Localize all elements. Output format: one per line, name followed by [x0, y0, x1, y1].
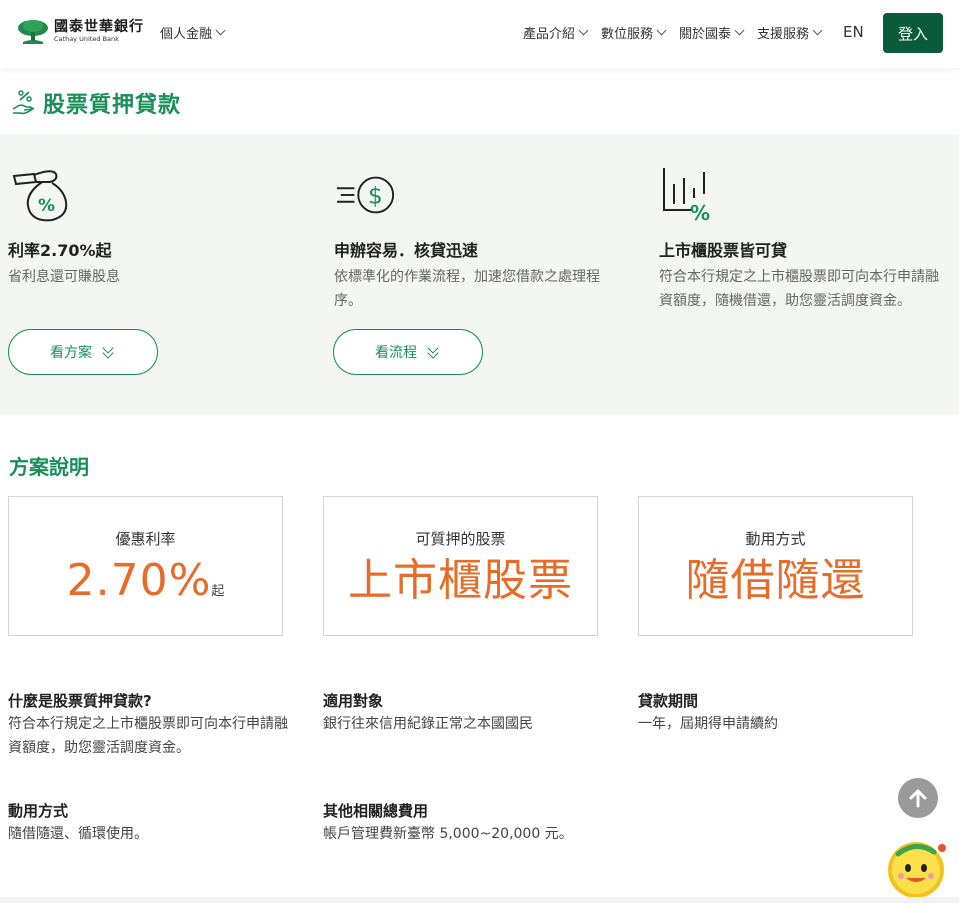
page-title: 股票質押貸款 [10, 87, 181, 119]
rate-value: 2.70% [66, 555, 212, 606]
nav-item-label: 關於國泰 [678, 27, 731, 42]
chart-percent-icon: % [663, 168, 710, 224]
nav-personal-banking[interactable]: 個人金融 [160, 23, 226, 42]
feature-desc: 依標準化的作業流程，加速您借款之處理程序。 [334, 269, 600, 309]
info-heading: 什麼是股票質押貸款? [8, 692, 152, 710]
language-switch[interactable]: EN [843, 23, 864, 41]
chevron-down-icon [812, 25, 823, 36]
plan-card-label: 可質押的股票 [415, 530, 506, 548]
main-nav: 產品介紹 數位服務 關於國泰 支援服務 [522, 23, 823, 42]
info-body: 隨借隨還、循環使用。 [8, 826, 148, 842]
nav-item-digital[interactable]: 數位服務 [600, 23, 667, 42]
feature-desc: 省利息還可賺股息 [8, 269, 120, 285]
info-body: 銀行往來信用紀錄正常之本國國民 [323, 716, 533, 732]
plan-card-stocks: 可質押的股票 上市櫃股票 [323, 496, 598, 636]
nav-personal-label: 個人金融 [160, 27, 213, 42]
brand-name-cn: 國泰世華銀行 [54, 18, 144, 35]
plan-card-label: 動用方式 [745, 530, 806, 548]
info-heading: 適用對象 [323, 692, 384, 710]
info-heading: 其他相關總費用 [323, 802, 429, 820]
hand-percent-icon [12, 90, 35, 115]
plan-section-title: 方案說明 [9, 455, 89, 479]
plan-card-rate: 優惠利率 2.70%起 [8, 496, 283, 636]
feature-title: 利率2.70%起 [8, 241, 112, 260]
svg-text:%: % [38, 196, 55, 216]
info-heading: 貸款期間 [638, 692, 699, 710]
svg-text:%: % [690, 201, 710, 224]
info-body: 帳戶管理費新臺幣 5,000~20,000 元。 [323, 826, 573, 842]
nav-item-about[interactable]: 關於國泰 [678, 23, 745, 42]
chevron-down-icon [578, 25, 589, 36]
feature-desc: 符合本行規定之上市櫃股票即可向本行申請融資額度，隨機借還，助您靈活調度資金。 [659, 269, 939, 309]
tree-logo-icon [18, 20, 48, 44]
fast-dollar-icon: $ [337, 176, 395, 214]
login-button[interactable]: 登入 [883, 13, 943, 53]
view-plan-button[interactable]: 看方案 [8, 329, 158, 375]
chevron-down-icon [656, 25, 667, 36]
site-header: 國泰世華銀行 Cathay United Bank 個人金融 產品介紹 數位服務… [0, 0, 959, 68]
svg-text:$: $ [368, 183, 383, 210]
rate-suffix: 起 [211, 584, 225, 599]
info-eligibility: 適用對象 銀行往來信用紀錄正常之本國國民 [323, 690, 613, 736]
view-process-label: 看流程 [375, 345, 417, 361]
feature-band: % 利率2.70%起 省利息還可賺股息 看方案 $ 申辦容易．核貸迅速 依標準化… [0, 134, 959, 415]
info-body: 符合本行規定之上市櫃股票即可向本行申請融資額度，助您靈活調度資金。 [8, 716, 288, 756]
info-fees: 其他相關總費用 帳戶管理費新臺幣 5,000~20,000 元。 [323, 800, 613, 846]
double-chevron-down-icon [100, 342, 116, 359]
nav-item-label: 數位服務 [600, 27, 653, 42]
chatbot-mascot-icon[interactable] [886, 836, 950, 900]
bank-logo[interactable]: 國泰世華銀行 Cathay United Bank [17, 17, 144, 45]
plan-card-value: 2.70%起 [9, 555, 282, 618]
double-chevron-down-icon [425, 342, 441, 359]
info-body: 一年，屆期得申請續約 [638, 716, 778, 732]
feature-title: 申辦容易．核貸迅速 [334, 241, 479, 260]
scroll-to-top-button[interactable] [898, 778, 938, 818]
footer-edge [0, 897, 959, 903]
info-what-is: 什麼是股票質押貸款? 符合本行規定之上市櫃股票即可向本行申請融資額度，助您靈活調… [8, 690, 298, 760]
nav-item-products[interactable]: 產品介紹 [522, 23, 589, 42]
info-usage: 動用方式 隨借隨還、循環使用。 [8, 800, 298, 846]
view-plan-label: 看方案 [50, 345, 92, 361]
info-loan-period: 貸款期間 一年，屆期得申請續約 [638, 690, 928, 736]
nav-item-support[interactable]: 支援服務 [756, 23, 823, 42]
brand-name-en: Cathay United Bank [54, 34, 119, 43]
info-heading: 動用方式 [8, 802, 69, 820]
arrow-up-icon [909, 789, 927, 808]
chevron-down-icon [734, 25, 745, 36]
plan-card-value: 上市櫃股票 [348, 555, 573, 606]
plan-card-value: 隨借隨還 [685, 555, 866, 606]
chevron-down-icon [215, 25, 226, 36]
nav-item-label: 產品介紹 [522, 27, 575, 42]
plan-card-label: 優惠利率 [115, 530, 176, 548]
plan-card-usage: 動用方式 隨借隨還 [638, 496, 913, 636]
view-process-button[interactable]: 看流程 [333, 329, 483, 375]
page-title-text: 股票質押貸款 [43, 93, 182, 118]
nav-item-label: 支援服務 [756, 27, 809, 42]
money-bag-percent-icon: % [12, 170, 68, 222]
feature-title: 上市櫃股票皆可貸 [659, 241, 788, 260]
